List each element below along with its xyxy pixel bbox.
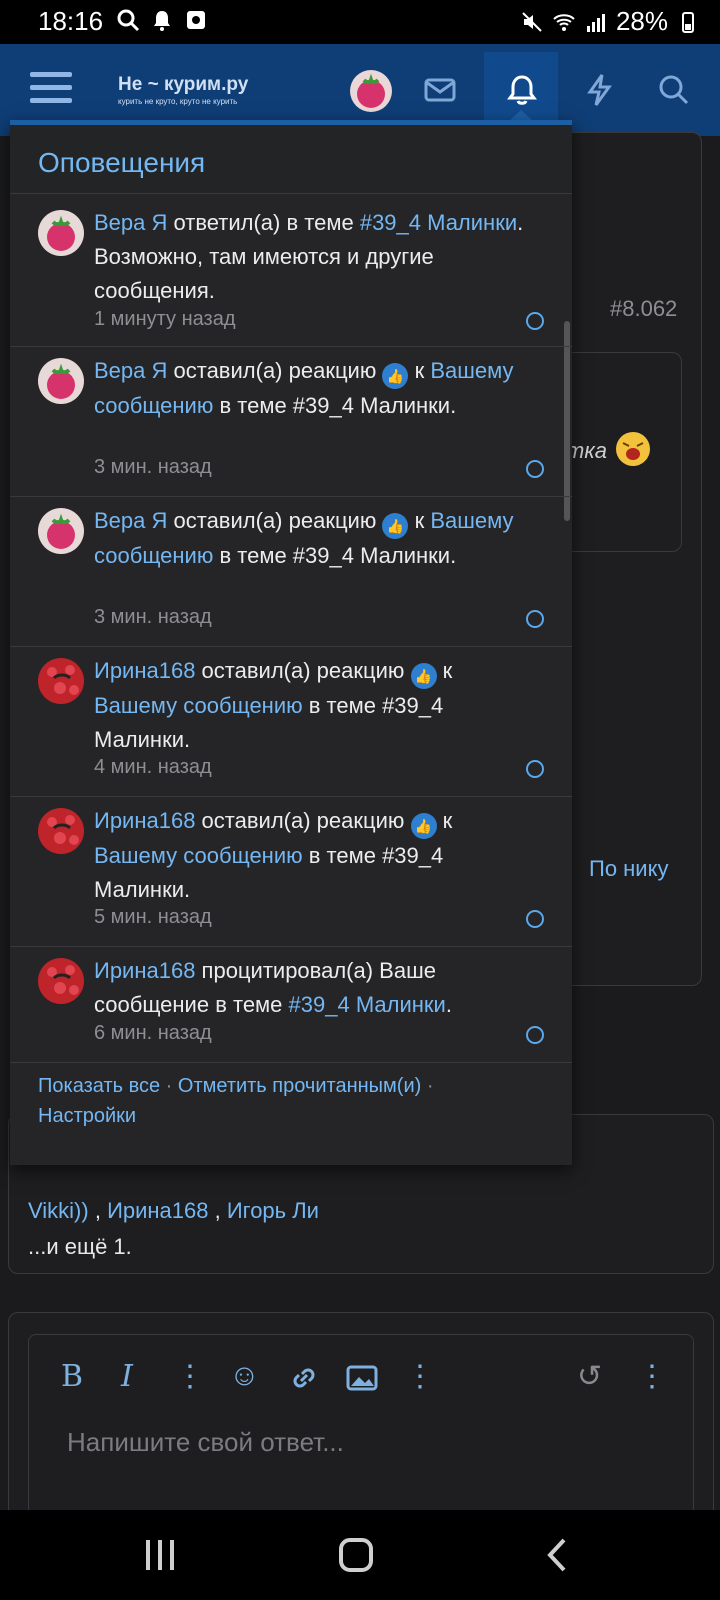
user-link[interactable]: Ирина168: [94, 808, 195, 833]
notification-text: Вера Я оставил(а) реакцию 👍 к Вашему соо…: [94, 508, 514, 568]
notification-time: 3 мин. назад: [94, 606, 212, 628]
like-icon: 👍: [382, 363, 409, 389]
mark-read-toggle[interactable]: [526, 760, 544, 778]
notification-text: Ирина168 процитировал(а) Ваше сообщение …: [94, 958, 452, 1017]
user-link[interactable]: Вера Я: [94, 508, 167, 533]
mark-read-link[interactable]: Отметить прочитанным(и): [178, 1075, 421, 1097]
wifi-icon: [553, 13, 575, 31]
bell-icon[interactable]: [502, 70, 542, 110]
mail-icon[interactable]: [420, 70, 460, 110]
notification-time: 3 мин. назад: [94, 456, 212, 478]
search-nav-icon[interactable]: [654, 70, 694, 110]
mark-read-toggle[interactable]: [526, 312, 544, 330]
undo-icon[interactable]: ↺: [577, 1359, 602, 1394]
search-icon: [117, 9, 140, 32]
back-button[interactable]: [542, 1538, 572, 1572]
user-link[interactable]: Ирина168: [94, 658, 195, 683]
notification-text: Ирина168 оставил(а) реакцию 👍 к Вашему с…: [94, 808, 453, 902]
post-link[interactable]: Вашему сообщению: [94, 843, 303, 868]
user-link[interactable]: Вера Я: [94, 210, 167, 235]
status-bar: 18:16 28%: [0, 0, 720, 44]
battery-percent: 28%: [615, 6, 668, 36]
reactions-more[interactable]: ...и ещё 1.: [28, 1234, 132, 1260]
notification-item[interactable]: Вера Я оставил(а) реакцию 👍 к Вашему соо…: [10, 346, 572, 497]
notification-text: Вера Я ответил(а) в теме #39_4 Малинки. …: [94, 210, 524, 303]
bell-status-icon: [154, 11, 170, 31]
mark-read-toggle[interactable]: [526, 910, 544, 928]
android-nav-bar: [0, 1510, 720, 1600]
signal-icon: [586, 13, 605, 32]
reply-input[interactable]: Напишите свой ответ...: [67, 1427, 344, 1458]
avatar[interactable]: [38, 958, 84, 1004]
avatar[interactable]: [38, 508, 84, 554]
reaction-user-link[interactable]: Vikki)): [28, 1198, 89, 1223]
like-icon: 👍: [382, 513, 409, 539]
link-icon[interactable]: [287, 1361, 321, 1395]
crying-emoji-icon: [616, 432, 650, 466]
clock: 18:16: [38, 6, 104, 36]
reply-editor[interactable]: B I ⋮ ☺ ⋮ ↺ ⋮ Напишите свой ответ...: [28, 1334, 694, 1516]
dropdown-footer: Показать все · Отметить прочитанным(и) ·…: [38, 1075, 434, 1127]
battery-icon: [682, 11, 694, 33]
mark-read-toggle[interactable]: [526, 610, 544, 628]
dropdown-header: Оповещения: [10, 125, 572, 194]
emoji-icon[interactable]: ☺: [229, 1359, 260, 1393]
bold-button[interactable]: B: [61, 1359, 83, 1394]
avatar[interactable]: [38, 658, 84, 704]
lightning-icon[interactable]: [580, 70, 620, 110]
status-right: 28%: [520, 6, 700, 37]
like-icon: 👍: [410, 813, 437, 839]
avatar[interactable]: [38, 210, 84, 256]
mute-icon: [522, 11, 542, 32]
user-link[interactable]: Вера Я: [94, 358, 167, 383]
more-options-icon[interactable]: ⋮: [405, 1359, 435, 1394]
more-options-icon[interactable]: ⋮: [175, 1359, 205, 1394]
notification-time: 6 мин. назад: [94, 1022, 212, 1044]
notification-time: 4 мин. назад: [94, 756, 212, 778]
partial-quote-text: тка: [566, 438, 607, 463]
thread-link[interactable]: #39_4 Малинки: [360, 210, 517, 235]
notification-time: 1 минуту назад: [94, 308, 236, 330]
avatar[interactable]: [38, 808, 84, 854]
status-icons: [116, 8, 208, 32]
reaction-user-link[interactable]: Игорь Ли: [227, 1198, 319, 1223]
mark-read-toggle[interactable]: [526, 1026, 544, 1044]
like-icon: 👍: [410, 663, 437, 689]
notification-item[interactable]: Вера Я ответил(а) в теме #39_4 Малинки. …: [10, 198, 572, 347]
notification-item[interactable]: Ирина168 процитировал(а) Ваше сообщение …: [10, 946, 572, 1063]
more-options-icon[interactable]: ⋮: [637, 1359, 667, 1394]
notification-item[interactable]: Ирина168 оставил(а) реакцию 👍 к Вашему с…: [10, 646, 572, 797]
notification-time: 5 мин. назад: [94, 906, 212, 928]
notification-item[interactable]: Ирина168 оставил(а) реакцию 👍 к Вашему с…: [10, 796, 572, 947]
user-avatar[interactable]: [350, 70, 392, 112]
settings-link[interactable]: Настройки: [38, 1105, 136, 1127]
search-by-nick-link[interactable]: По нику: [589, 856, 668, 882]
image-icon[interactable]: [345, 1361, 379, 1395]
menu-icon[interactable]: [30, 72, 72, 106]
notification-text: Вера Я оставил(а) реакцию 👍 к Вашему соо…: [94, 358, 514, 418]
italic-button[interactable]: I: [121, 1359, 133, 1394]
thread-link[interactable]: #39_4 Малинки: [289, 992, 446, 1017]
notifications-dropdown: Оповещения Вера Я ответил(а) в теме #39_…: [10, 120, 572, 1165]
screen-record-icon: [187, 11, 205, 29]
reactions-list: Vikki)) , Ирина168 , Игорь Ли: [28, 1198, 319, 1223]
recent-apps-button[interactable]: [142, 1538, 178, 1572]
post-number[interactable]: #8.062: [610, 296, 677, 322]
show-all-link[interactable]: Показать все: [38, 1075, 160, 1097]
notification-item[interactable]: Вера Я оставил(а) реакцию 👍 к Вашему соо…: [10, 496, 572, 647]
post-link[interactable]: Вашему сообщению: [94, 693, 303, 718]
home-button[interactable]: [338, 1538, 374, 1572]
mark-read-toggle[interactable]: [526, 460, 544, 478]
dropdown-title: Оповещения: [38, 147, 206, 178]
notification-text: Ирина168 оставил(а) реакцию 👍 к Вашему с…: [94, 658, 453, 752]
avatar[interactable]: [38, 358, 84, 404]
user-link[interactable]: Ирина168: [94, 958, 195, 983]
site-logo[interactable]: Не ~ курим.ру курить не круто, круто не …: [118, 74, 248, 106]
reaction-user-link[interactable]: Ирина168: [107, 1198, 208, 1223]
